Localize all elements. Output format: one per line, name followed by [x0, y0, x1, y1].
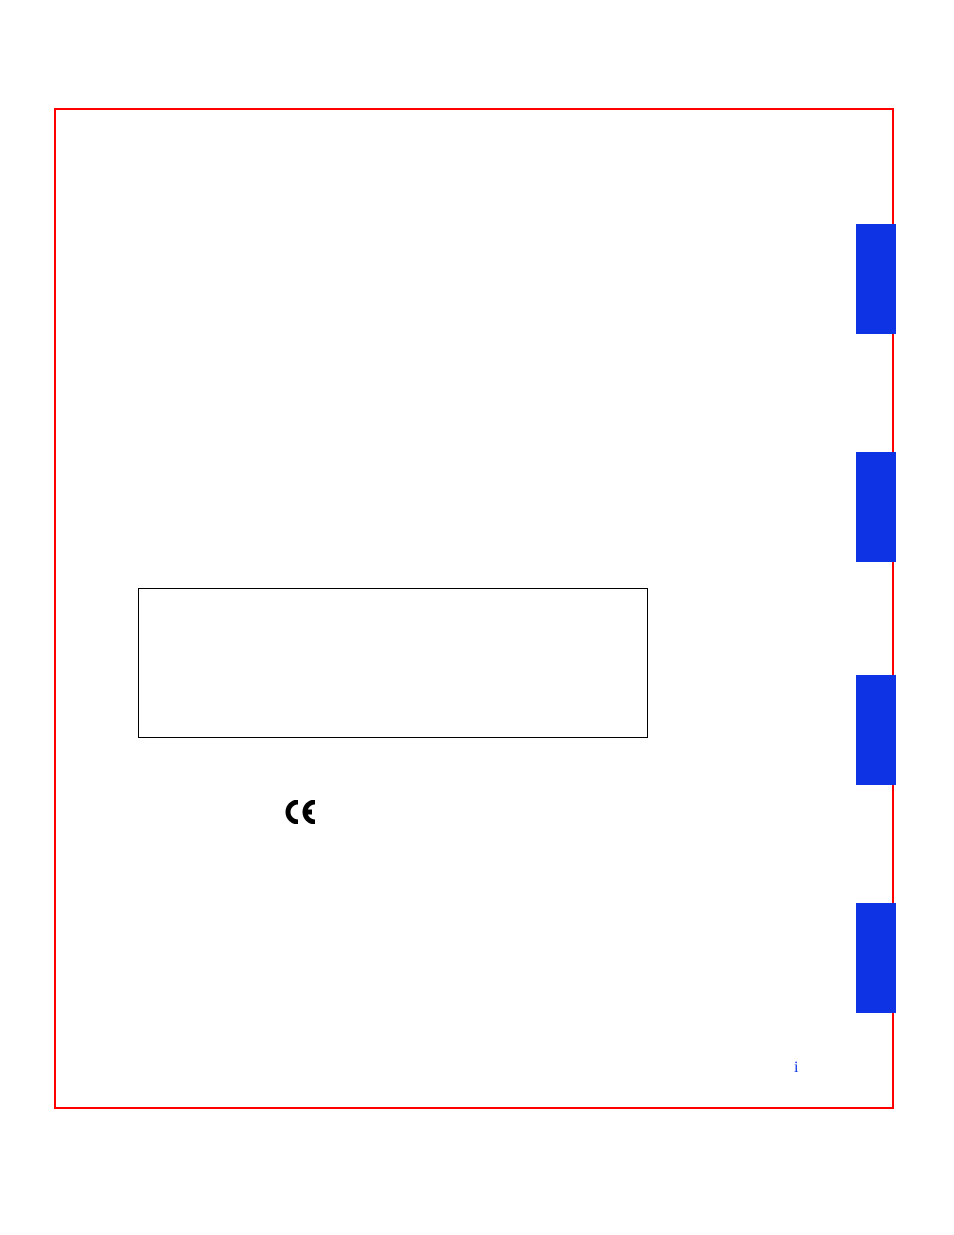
- side-tab-4: [856, 903, 896, 1013]
- side-tab-3: [856, 675, 896, 785]
- content-box: [138, 588, 648, 738]
- side-tab-2: [856, 452, 896, 562]
- side-tab-1: [856, 224, 896, 334]
- ce-mark-icon: [283, 800, 317, 824]
- page-number: i: [794, 1059, 798, 1077]
